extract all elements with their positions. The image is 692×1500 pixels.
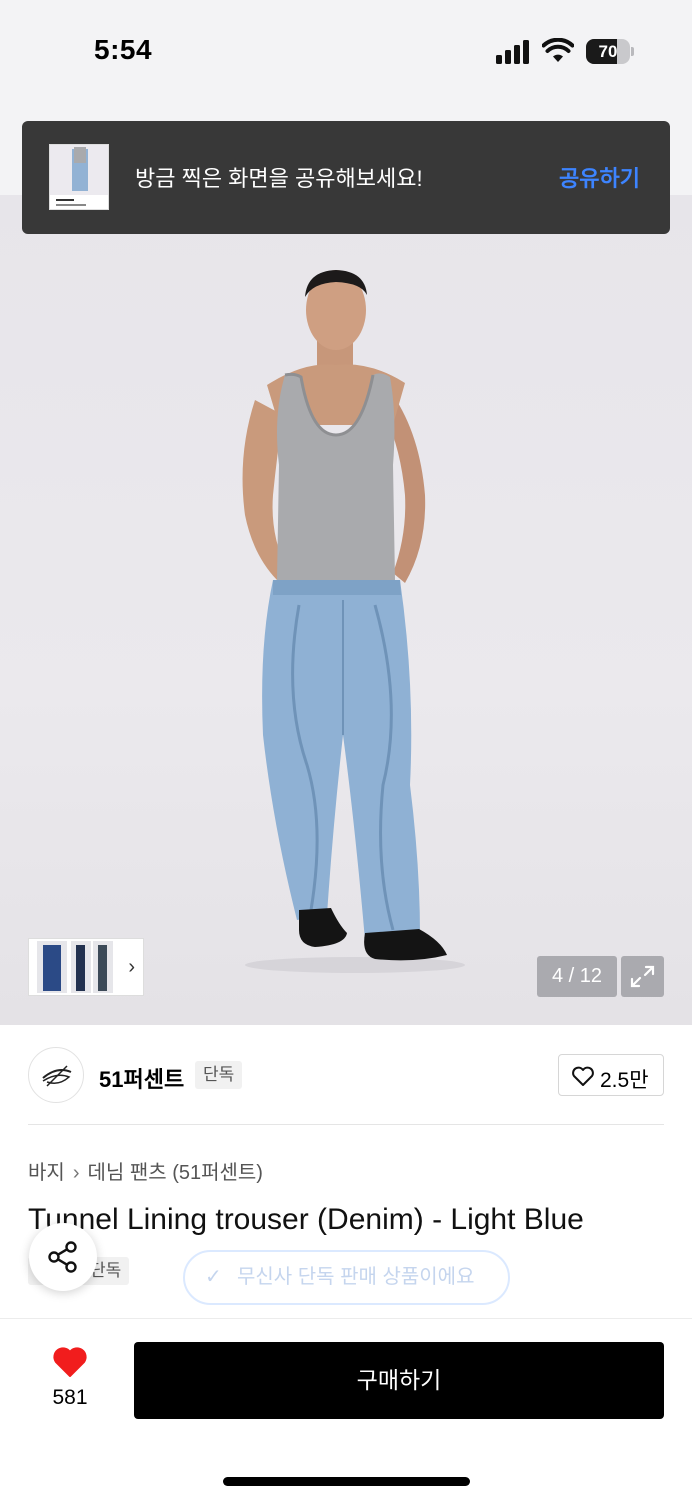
- toast-message: 방금 찍은 화면을 공유해보세요!: [135, 166, 423, 191]
- heart-outline-icon: [572, 1066, 594, 1086]
- wishlist-count: 581: [52, 1386, 88, 1409]
- check-icon: ✓: [205, 1266, 222, 1288]
- share-button[interactable]: [29, 1223, 97, 1291]
- expand-icon[interactable]: [621, 956, 664, 997]
- model-photo: [242, 270, 465, 973]
- image-pager: 4 / 12: [537, 956, 617, 997]
- brand-like-count: 2.5만: [600, 1069, 649, 1092]
- share-screenshot-toast: 방금 찍은 화면을 공유해보세요! 공유하기: [22, 121, 670, 234]
- exclusive-badge: 단독: [195, 1061, 243, 1089]
- screenshot-thumbnail[interactable]: [49, 144, 109, 210]
- chevron-right-icon: ›: [128, 956, 135, 978]
- breadcrumb: 바지 › 데님 팬츠 (51퍼센트): [28, 1156, 263, 1185]
- heart-filled-icon[interactable]: [52, 1346, 88, 1378]
- signal-icon: [496, 40, 529, 64]
- battery-icon: 70: [586, 39, 634, 64]
- brand-logo[interactable]: [28, 1047, 84, 1103]
- wifi-icon: [542, 38, 574, 62]
- share-now-button[interactable]: 공유하기: [559, 161, 640, 193]
- status-time: 5:54: [94, 34, 153, 65]
- share-icon: [48, 1241, 77, 1273]
- product-title: Tunnel Lining trouser (Denim) - Light Bl…: [28, 1203, 584, 1236]
- buy-button[interactable]: 구매하기: [134, 1342, 664, 1419]
- breadcrumb-subcategory[interactable]: 데님 팬츠 (51퍼센트): [87, 1162, 262, 1184]
- chevron-right-icon: ›: [72, 1162, 80, 1184]
- home-indicator: [223, 1477, 470, 1486]
- battery-level: 70: [598, 42, 618, 61]
- exclusive-notice: ✓ 무신사 단독 판매 상품이에요: [183, 1250, 510, 1305]
- exclusive-notice-text: 무신사 단독 판매 상품이에요: [237, 1266, 475, 1288]
- product-image[interactable]: › 4 / 12: [0, 195, 692, 1025]
- divider: [28, 1124, 664, 1125]
- breadcrumb-category[interactable]: 바지: [28, 1162, 65, 1184]
- brand-like-button[interactable]: 2.5만: [558, 1054, 664, 1096]
- thumbnail-strip[interactable]: ›: [28, 938, 144, 996]
- brand-name[interactable]: 51퍼센트: [99, 1062, 184, 1094]
